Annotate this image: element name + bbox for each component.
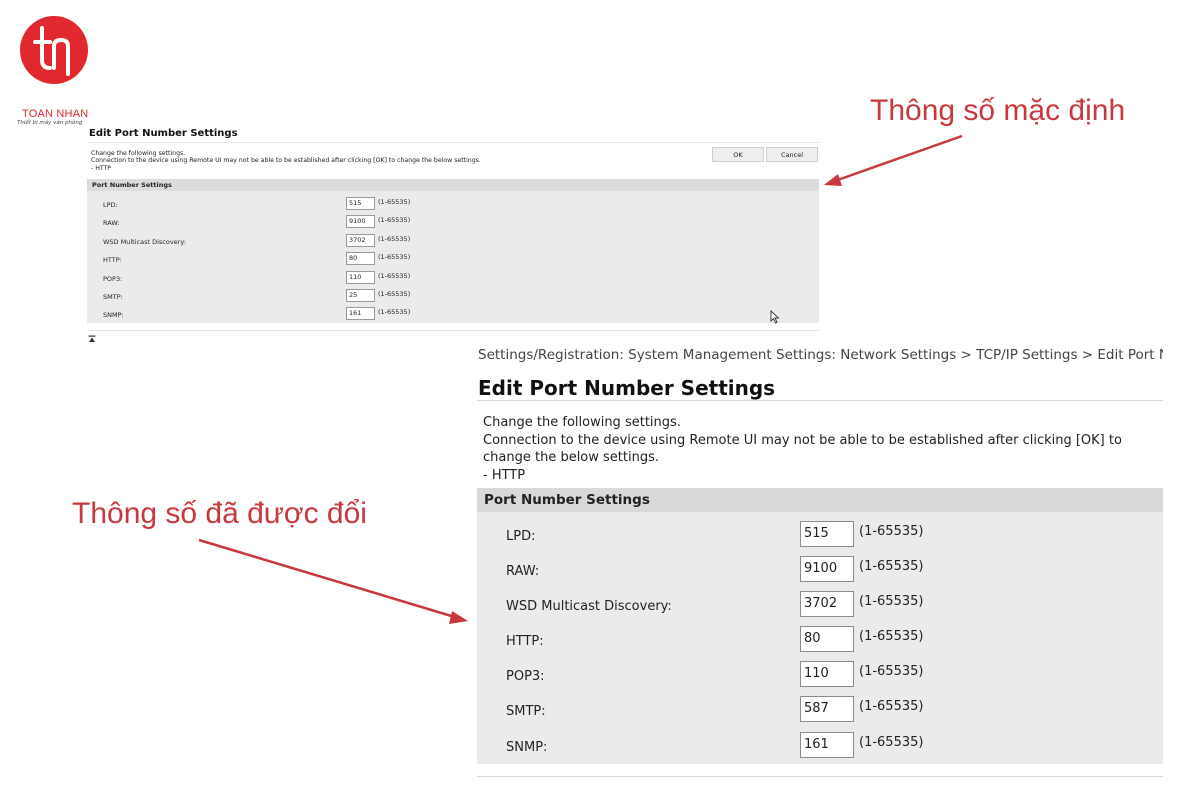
port-label: WSD Multicast Discovery: — [506, 599, 672, 614]
http-port-input[interactable]: 80 — [800, 626, 854, 652]
port-label: HTTP: — [506, 634, 544, 649]
port-row-pop3: POP3: 110 (1-65535) — [477, 661, 1163, 691]
description: Change the following settings. Connectio… — [483, 414, 1122, 484]
pop3-port-input[interactable]: 110 — [800, 661, 854, 687]
description-line: change the below settings. — [483, 450, 659, 465]
port-row-raw: RAW: 9100 (1-65535) — [477, 556, 1163, 586]
port-label: POP3: — [506, 669, 545, 684]
divider — [477, 400, 1163, 401]
page-title: Edit Port Number Settings — [478, 376, 776, 400]
description-line: Connection to the device using Remote UI… — [483, 432, 1122, 448]
port-label: LPD: — [506, 529, 536, 544]
description-line: Change the following settings. — [483, 415, 681, 430]
port-row-snmp: SNMP: 161 (1-65535) — [477, 732, 1163, 762]
arrow-to-changed-icon — [198, 538, 468, 624]
arrow-to-default-icon — [824, 134, 963, 186]
changed-settings-screenshot: Settings/Registration: System Management… — [477, 344, 1163, 784]
port-settings-panel: Port Number Settings LPD: 515 (1-65535) … — [477, 488, 1163, 764]
port-range: (1-65535) — [859, 594, 924, 609]
port-label: SMTP: — [506, 704, 546, 719]
description-line: - HTTP — [483, 467, 526, 483]
port-range: (1-65535) — [859, 559, 924, 574]
breadcrumb[interactable]: Settings/Registration: System Management… — [478, 347, 1163, 363]
port-label: SNMP: — [506, 740, 548, 755]
snmp-port-input[interactable]: 161 — [800, 732, 854, 758]
raw-port-input[interactable]: 9100 — [800, 556, 854, 582]
port-row-wsd: WSD Multicast Discovery: 3702 (1-65535) — [477, 591, 1163, 621]
section-header: Port Number Settings — [477, 488, 1163, 512]
port-range: (1-65535) — [859, 629, 924, 644]
port-row-http: HTTP: 80 (1-65535) — [477, 626, 1163, 656]
port-row-smtp: SMTP: 587 (1-65535) — [477, 696, 1163, 726]
lpd-port-input[interactable]: 515 — [800, 521, 854, 547]
port-range: (1-65535) — [859, 664, 924, 679]
smtp-port-input[interactable]: 587 — [800, 696, 854, 722]
port-range: (1-65535) — [859, 524, 924, 539]
wsd-port-input[interactable]: 3702 — [800, 591, 854, 617]
divider — [477, 776, 1163, 777]
port-label: RAW: — [506, 564, 540, 579]
port-range: (1-65535) — [859, 699, 924, 714]
port-range: (1-65535) — [859, 735, 924, 750]
port-row-lpd: LPD: 515 (1-65535) — [477, 521, 1163, 551]
